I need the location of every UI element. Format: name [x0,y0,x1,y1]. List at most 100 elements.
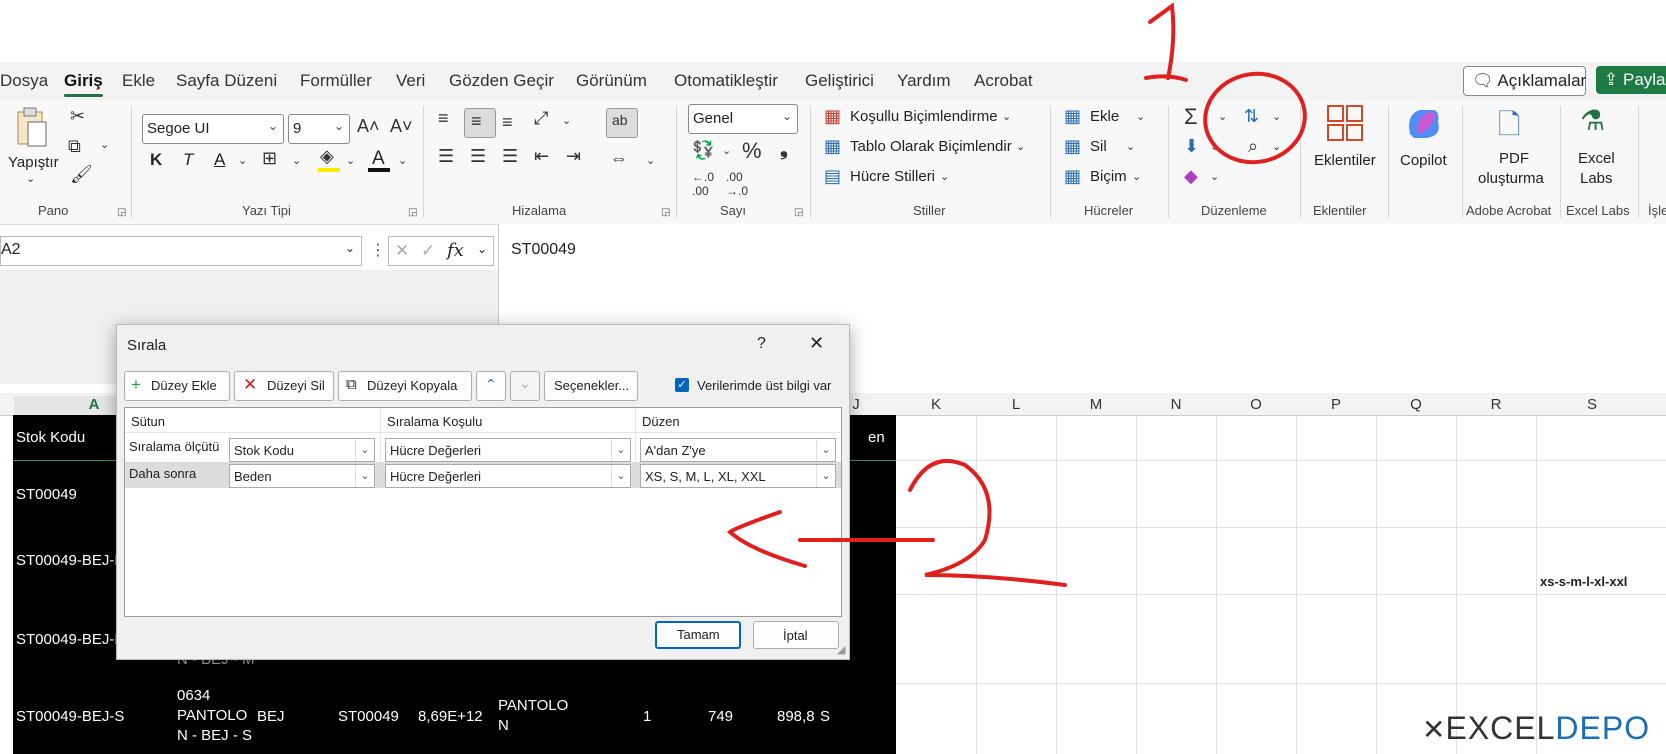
copy-level-button[interactable]: ⧉ Düzeyi Kopyala [338,371,472,401]
chevron-down-icon[interactable]: ⌄ [1126,140,1135,153]
formula-value[interactable]: ST00049 [511,241,576,259]
tab-ekle[interactable]: Ekle [122,71,155,91]
format-painter-icon[interactable]: 🖌 [70,164,93,185]
dialog-launcher-icon[interactable]: ◲ [117,207,126,218]
borders-icon[interactable]: ⊞ [262,148,277,169]
chevron-down-icon[interactable]: ⌄ [398,154,407,167]
fill-color-icon[interactable]: ◈ [320,146,334,167]
align-bottom-icon[interactable]: ≡ [502,112,513,133]
number-format-select[interactable]: Genel ⌄ [688,104,798,134]
format-as-table-button[interactable]: Tablo Olarak Biçimlendir [850,138,1012,155]
chevron-down-icon[interactable]: ⌄ [1272,110,1281,123]
wrap-text-button[interactable]: ab [606,108,638,138]
chevron-down-icon[interactable]: ⌄ [1272,140,1281,153]
decrease-indent-icon[interactable]: ⇤ [534,146,549,167]
align-middle-button[interactable]: ≡ [464,108,496,138]
find-icon[interactable]: ⌕ [1248,136,1258,157]
help-button[interactable]: ? [757,335,766,353]
pdf-label-line2[interactable]: oluşturma [1478,170,1544,187]
chevron-down-icon[interactable]: ⌄ [646,154,655,167]
dialog-launcher-icon[interactable]: ◲ [661,207,670,218]
level-1-column-select[interactable]: Stok Kodu ⌄ [229,438,375,462]
cell-h5[interactable]: 749 [708,708,733,725]
percent-icon[interactable]: % [742,138,762,164]
format-button[interactable]: Biçim [1090,168,1127,185]
cell-a2[interactable]: ST00049 [16,486,77,503]
level-1-order-select[interactable]: A'dan Z'ye ⌄ [640,438,836,462]
copilot-icon[interactable] [1404,104,1442,142]
italic-button[interactable]: T [183,150,193,170]
fill-icon[interactable]: ⬇ [1184,136,1199,157]
cell-c5[interactable]: BEJ [257,708,285,725]
header-tail-cell[interactable]: en [868,429,885,446]
decrease-font-icon[interactable]: A˅ [390,116,413,137]
tab-gorunum[interactable]: Görünüm [576,71,647,91]
chevron-down-icon[interactable]: ⌄ [1132,170,1141,183]
cancel-icon[interactable]: ✕ [395,241,409,261]
more-icon[interactable]: ⋮ [370,240,386,260]
column-header-p[interactable]: P [1296,396,1376,413]
sort-filter-icon[interactable]: ⇅ [1244,106,1259,127]
chevron-down-icon[interactable]: ⌄ [477,242,487,256]
format-cells-icon[interactable]: ▦ [1064,166,1081,187]
delete-button[interactable]: Sil [1090,138,1107,155]
bold-button[interactable]: K [150,150,162,170]
cell-g5[interactable]: 1 [643,708,651,725]
size-order-note[interactable]: xs-s-m-l-xl-xxl [1540,574,1627,589]
chevron-down-icon[interactable]: ⌄ [722,144,731,157]
chevron-down-icon[interactable]: ⌄ [1210,170,1219,183]
tab-giris[interactable]: Giriş [64,71,103,97]
cell-a4[interactable]: ST00049-BEJ-M [16,631,127,648]
font-size-select[interactable]: 9 ⌄ [288,114,350,144]
tab-gelistirici[interactable]: Geliştirici [805,71,874,91]
clear-icon[interactable]: ◆ [1184,166,1198,187]
has-headers-checkbox[interactable]: ✓ [675,378,689,392]
chevron-down-icon[interactable]: ⌄ [346,154,355,167]
chevron-down-icon[interactable]: ⌄ [345,241,355,255]
orientation-icon[interactable]: ⤢ [534,108,548,129]
options-button[interactable]: Seçenekler... [544,371,638,401]
cell-a5[interactable]: ST00049-BEJ-S [16,708,124,725]
copy-icon[interactable]: ⧉ [68,136,81,157]
align-center-icon[interactable]: ☰ [470,146,486,167]
underline-button[interactable]: A [214,150,225,170]
dialog-launcher-icon[interactable]: ◲ [794,207,803,218]
cell-e5[interactable]: 8,69E+12 [418,708,483,725]
addins-icon[interactable] [1326,104,1364,142]
cell-d5[interactable]: ST00049 [338,708,399,725]
insert-function-button[interactable]: fx [447,240,464,261]
cell-a3[interactable]: ST00049-BEJ-L [16,552,123,569]
header-cell[interactable]: Stok Kodu [16,429,85,446]
pdf-icon[interactable]: 🗋 [1498,104,1521,152]
cell-b5-line2[interactable]: PANTOLO [177,707,247,724]
insert-cells-icon[interactable]: ▦ [1064,106,1081,127]
has-headers-label[interactable]: Verilerimde üst bilgi var [697,378,831,393]
align-top-icon[interactable]: ≡ [438,108,449,129]
dialog-launcher-icon[interactable]: ◲ [408,207,417,218]
increase-indent-icon[interactable]: ⇥ [566,146,581,167]
merge-center-icon[interactable]: ⇔ [610,148,628,169]
table-icon[interactable]: ▦ [824,136,841,157]
column-header-o[interactable]: O [1216,396,1296,413]
level-2-sort-on-select[interactable]: Hücre Değerleri ⌄ [385,464,631,488]
cell-styles-icon[interactable]: ▤ [824,166,841,187]
chevron-down-icon[interactable]: ⌄ [1016,140,1025,153]
tab-dosya[interactable]: Dosya [0,71,48,91]
decrease-decimal-icon[interactable]: .00 →.0 [726,170,748,198]
level-2-order-select[interactable]: XS, S, M, L, XL, XXL ⌄ [640,464,836,488]
share-button[interactable]: ⇪ Paylaş [1596,66,1666,94]
chevron-down-icon[interactable]: ⌄ [26,172,35,185]
align-left-icon[interactable]: ☰ [438,146,454,167]
chevron-down-icon[interactable]: ⌄ [100,138,109,151]
pdf-label-line1[interactable]: PDF [1499,150,1529,167]
tab-yardim[interactable]: Yardım [897,71,951,91]
autosum-icon[interactable]: Σ [1184,104,1198,130]
resize-grip-icon[interactable]: ◢ [837,643,845,656]
paste-button[interactable] [14,106,50,150]
level-2-column-select[interactable]: Beden ⌄ [229,464,375,488]
cut-icon[interactable]: ✂ [70,106,85,127]
cell-f5-line2[interactable]: N [498,717,509,734]
tab-sayfa-duzeni[interactable]: Sayfa Düzeni [176,71,277,91]
column-header-n[interactable]: N [1136,396,1216,413]
chevron-down-icon[interactable]: ⌄ [1210,140,1219,153]
